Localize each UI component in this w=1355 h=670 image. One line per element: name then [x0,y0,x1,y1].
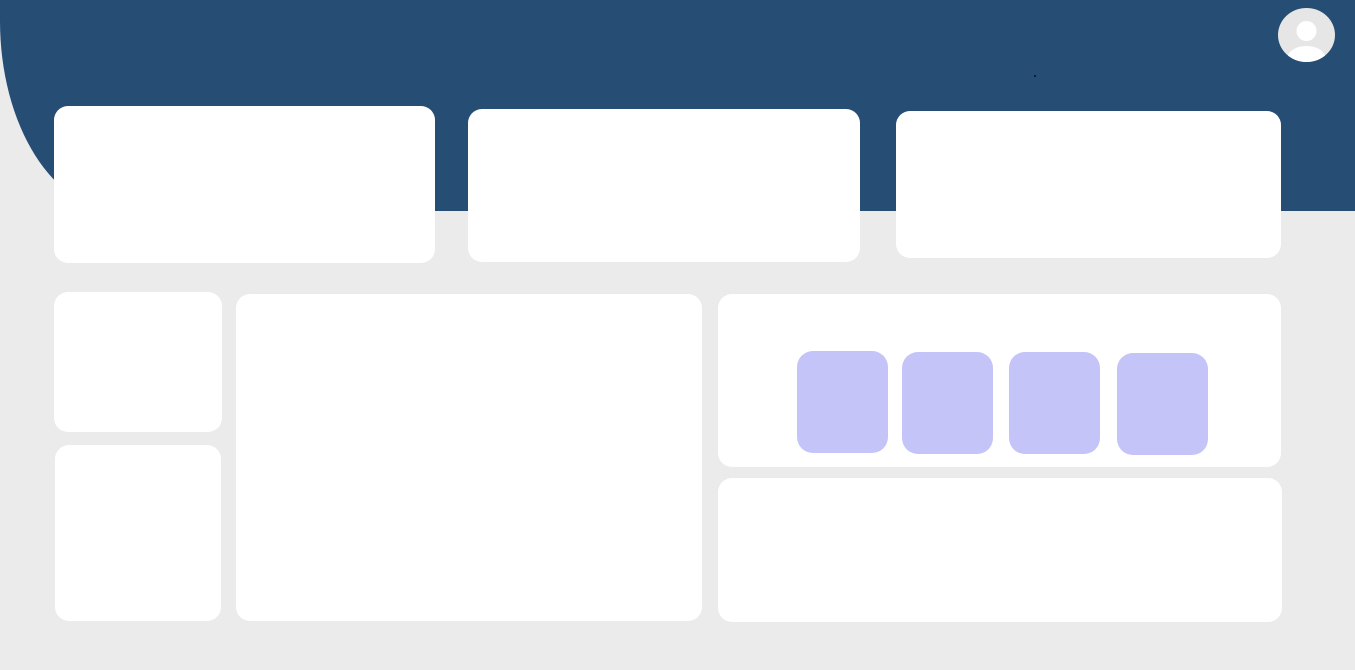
dashboard-root [0,0,1355,670]
tile-2[interactable] [902,352,993,454]
main-panel [236,294,702,621]
side-card-1[interactable] [54,292,222,432]
user-avatar-icon[interactable] [1278,8,1335,62]
stat-card-2[interactable] [468,109,860,262]
tile-4[interactable] [1117,353,1208,455]
stat-card-1[interactable] [54,106,435,263]
stat-card-3[interactable] [896,111,1281,258]
tile-3[interactable] [1009,352,1100,454]
tiles-panel [718,294,1281,467]
side-card-2[interactable] [55,445,221,621]
bottom-panel [718,478,1282,622]
header-decoration-dot [1034,75,1036,77]
tile-1[interactable] [797,351,888,453]
